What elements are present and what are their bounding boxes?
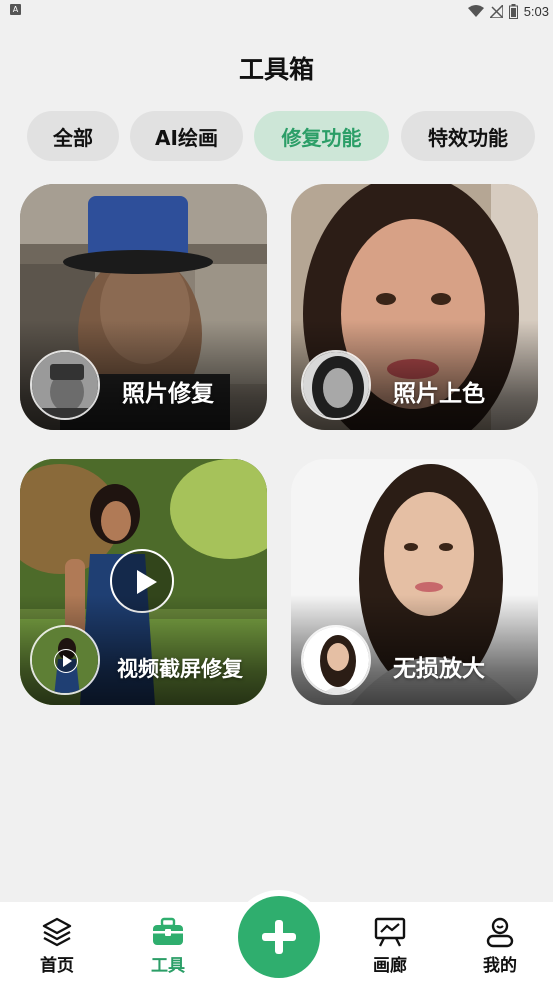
woman-bw-thumbnail xyxy=(301,350,371,420)
wifi-icon xyxy=(467,4,484,17)
nav-gallery-label: 画廊 xyxy=(373,956,407,976)
tab-ai-painting[interactable]: AI绘画 xyxy=(130,111,243,161)
mini-play-icon xyxy=(54,649,78,673)
video-thumbnail xyxy=(30,625,100,695)
status-icons: 5:03 xyxy=(467,2,549,20)
card-label: 无损放大 xyxy=(393,656,485,682)
nav-gallery[interactable]: 画廊 xyxy=(355,916,425,976)
battery-icon xyxy=(508,3,518,19)
card-label: 照片上色 xyxy=(393,381,485,407)
no-signal-icon xyxy=(489,4,503,18)
nav-tools[interactable]: 工具 xyxy=(133,916,203,976)
nav-home-label: 首页 xyxy=(40,956,74,976)
plus-icon xyxy=(262,920,296,954)
status-time: 5:03 xyxy=(523,3,549,19)
easel-icon xyxy=(374,917,406,947)
card-video-restore[interactable]: 视频截屏修复 xyxy=(20,459,267,705)
nav-profile[interactable]: 我的 xyxy=(465,916,535,976)
add-button[interactable] xyxy=(238,896,320,978)
tab-effects[interactable]: 特效功能 xyxy=(401,111,535,161)
nav-profile-label: 我的 xyxy=(483,956,517,976)
toolbox-icon xyxy=(153,917,183,945)
profile-icon xyxy=(486,917,514,948)
woman-small-thumbnail xyxy=(301,625,371,695)
card-label: 视频截屏修复 xyxy=(117,657,243,681)
nav-home[interactable]: 首页 xyxy=(22,916,92,976)
nav-tools-label: 工具 xyxy=(151,956,185,976)
card-photo-restore[interactable]: 照片修复 xyxy=(20,184,267,430)
status-bar: A 5:03 xyxy=(0,0,553,22)
old-woman-thumbnail xyxy=(30,350,100,420)
card-photo-colorize[interactable]: 照片上色 xyxy=(291,184,538,430)
card-label: 照片修复 xyxy=(122,381,214,407)
layers-icon xyxy=(42,917,72,947)
app-notification-icon: A xyxy=(10,4,21,15)
bottom-navigation: 首页 工具 画廊 我的 xyxy=(0,890,553,985)
page-title: 工具箱 xyxy=(238,55,314,84)
tab-all[interactable]: 全部 xyxy=(27,111,119,161)
card-lossless-upscale[interactable]: 无损放大 xyxy=(291,459,538,705)
tab-restore[interactable]: 修复功能 xyxy=(254,111,389,161)
